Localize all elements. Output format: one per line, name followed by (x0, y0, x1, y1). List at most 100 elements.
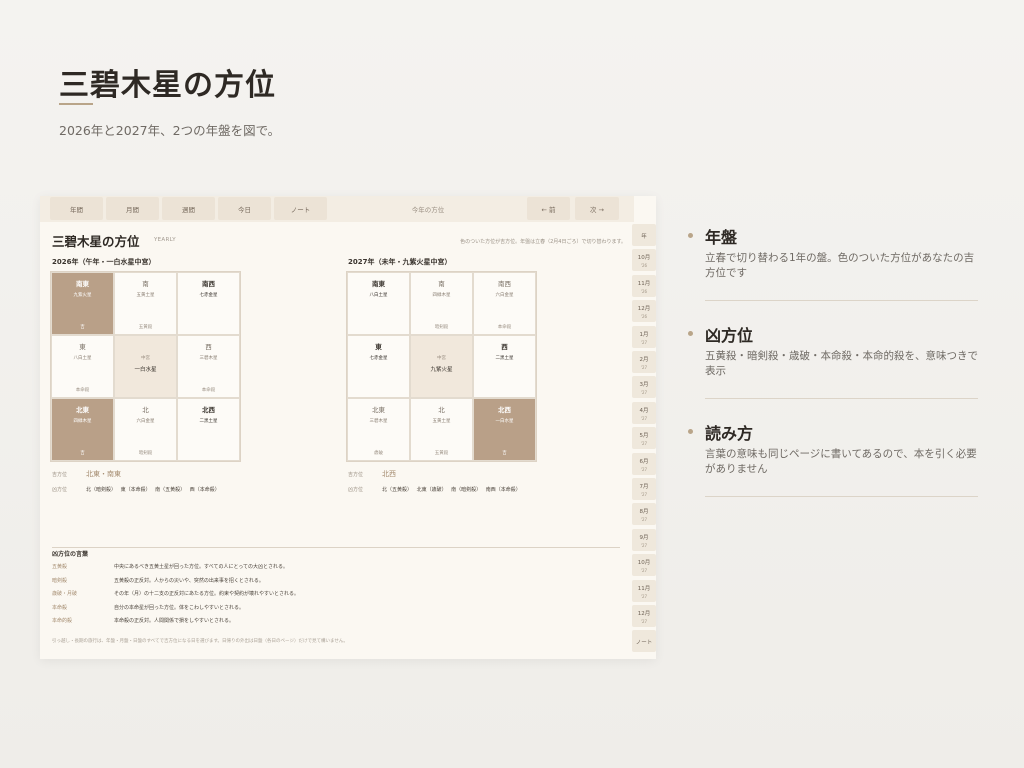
glossary-term: 本命的殺 (52, 618, 73, 624)
glossary-term: 歳破・月破 (52, 591, 78, 597)
glossary-definition: 自分の本命星が回った方位。体をこわしやすいとされる。 (114, 604, 244, 611)
board-cell: 北六白金星 暗剣殺 (114, 398, 177, 461)
sidebar-month-tab[interactable]: 年 (632, 224, 656, 246)
sidebar-month-tab[interactable]: 6月 '27 (632, 452, 656, 475)
tab-monthly[interactable]: 月間 (106, 197, 159, 220)
sidebar-month-label: 2月 (639, 357, 649, 363)
star-label: 五黄土星 (136, 293, 155, 298)
sidebar-year-label: '27 (640, 415, 648, 421)
board-cell: 南五黄土星 五黄殺 (114, 272, 177, 335)
glossary-definition: 中央にあるべき五黄土星が回った方位。すべての人にとっての大凶とされる。 (114, 564, 289, 570)
glossary-definition: 五黄殺の正反対。人からの災いや、突然の出来事を招くとされる。 (114, 577, 264, 584)
direction-label: 東 (79, 343, 86, 351)
tab-weekly[interactable]: 週間 (162, 197, 215, 220)
sidebar-month-tab[interactable]: 5月 '27 (632, 427, 656, 450)
sidebar-month-label: 年 (641, 234, 647, 240)
lucky-directions-2027: 北西 (382, 470, 396, 478)
glossary-definition: その年（月）の十二支の正反対にあたる方位。約束や契約が壊れやすいとされる。 (114, 591, 300, 597)
sidebar-year-label: '26 (640, 314, 648, 320)
sidebar-month-tab[interactable]: 8月 '27 (632, 503, 656, 526)
sidebar-month-tab[interactable]: 12月 '27 (632, 605, 656, 627)
star-label: 一白水星 (495, 419, 514, 424)
direction-tag: 吉 (80, 451, 85, 456)
star-label: 四緑木星 (73, 419, 92, 424)
feature-divider (705, 398, 978, 399)
direction-tag: 本命殺 (75, 388, 90, 393)
sidebar-month-tab[interactable]: 3月 '27 (632, 376, 656, 399)
bad-label-2026: 凶方位 (52, 487, 68, 493)
sidebar-month-tab[interactable]: 11月 '27 (632, 579, 656, 602)
star-label: 七赤金星 (369, 356, 388, 361)
sidebar-month-label: 11月 (637, 585, 651, 592)
sidebar-year-label: '27 (640, 542, 648, 548)
board-cell: 北東 四緑木星吉 (51, 398, 114, 461)
feature-title: 読み方 (705, 424, 754, 443)
sidebar-month-tab[interactable]: 4月 '27 (632, 401, 656, 424)
sidebar-month-tab[interactable]: 1月 '27 (632, 325, 656, 348)
direction-label: 北西 (202, 406, 215, 414)
glossary-term: 五黄殺 (52, 564, 68, 570)
center-label: 中宮 (437, 356, 446, 361)
direction-label: 北東 (76, 406, 89, 414)
direction-label: 南西 (202, 280, 215, 288)
direction-tag: 本命殺 (201, 388, 216, 393)
prev-button[interactable]: ← 前 (527, 197, 570, 220)
star-label: 六白金星 (495, 293, 514, 298)
sidebar-month-tab[interactable]: 10月 '27 (632, 554, 656, 577)
sidebar-month-label: 10月 (637, 255, 651, 262)
sidebar-year-label: '27 (640, 339, 648, 345)
board-cell: 中宮 九紫火星 (410, 335, 473, 398)
sidebar-month-tab[interactable]: 2月 '27 (632, 351, 656, 373)
star-label: 七赤金星 (199, 293, 218, 298)
sidebar-month-label: 9月 (639, 534, 649, 541)
tab-yearly[interactable]: 年間 (50, 197, 103, 220)
sidebar-month-tab[interactable]: 7月 '27 (632, 478, 656, 500)
sidebar-year-label: '27 (640, 593, 648, 599)
sidebar-year-label: '27 (640, 619, 648, 624)
board-cell: 東八白土星 本命殺 (51, 335, 114, 398)
sidebar-month-tab[interactable]: 10月 '26 (632, 249, 656, 272)
sidebar-month-label: 7月 (639, 484, 649, 490)
tab-today[interactable]: 今日 (218, 197, 271, 220)
glossary-divider (52, 547, 620, 548)
direction-tag: 暗剣殺 (434, 325, 449, 330)
page-note: 色のついた方位が吉方位。年盤は立春（2月4日ごろ）で切り替わります。 (460, 239, 626, 245)
lucky-label-2027: 吉方位 (348, 472, 364, 478)
direction-tag: 吉 (502, 451, 507, 456)
direction-label: 東 (375, 343, 382, 351)
sidebar-year-label: '27 (640, 390, 648, 396)
board-cell: 北西 二黒土星 (177, 398, 240, 461)
year-2027-board: 南東 八白土星南四緑木星 暗剣殺 南西 六白金星 本命殺東七赤金星 中宮 九紫火星西二黒土星北… (346, 271, 537, 462)
tab-note[interactable]: ノート (274, 197, 327, 220)
center-star: 一白水星 (134, 367, 157, 373)
direction-tag: 歳破 (374, 451, 383, 456)
sidebar-year-label: '26 (640, 263, 648, 269)
sidebar-month-tab[interactable]: 12月 '26 (632, 300, 656, 323)
board-cell: 北東 三碧木星 歳破 (347, 398, 410, 461)
direction-tag: 暗剣殺 (138, 451, 153, 456)
bullet-icon (688, 233, 693, 238)
sidebar-month-label: 3月 (639, 382, 649, 389)
sidebar-month-label: 10月 (637, 560, 651, 567)
sidebar-month-tab[interactable]: ノート (632, 630, 656, 653)
star-label: 二黒土星 (495, 356, 514, 361)
hero-divider (59, 103, 93, 105)
glossary-definition: 本命殺の正反対。人間関係で損をしやすいとされる。 (114, 618, 234, 624)
sidebar-month-label: 4月 (639, 407, 649, 414)
direction-label: 北東 (372, 406, 385, 414)
sidebar-month-label: 8月 (639, 509, 649, 516)
board-cell: 東七赤金星 (347, 335, 410, 398)
sidebar-year-label: '27 (640, 517, 648, 523)
sidebar-month-label: ノート (635, 640, 653, 647)
page-title: 三碧木星の方位 (52, 234, 140, 249)
direction-label: 西 (205, 343, 212, 351)
page-kind-label: YEARLY (154, 237, 176, 243)
top-tab-bar: 年間 月間 週間 今日 ノート 今年の方位 ← 前 次 → (40, 196, 634, 222)
bad-directions-2027: 北（五黄殺） 北東（歳破） 南（暗剣殺） 南西（本命殺） (382, 487, 521, 493)
sidebar-month-tab[interactable]: 11月 '26 (632, 274, 656, 297)
sidebar-month-tab[interactable]: 9月 '27 (632, 528, 656, 551)
lucky-label-2026: 吉方位 (52, 472, 68, 478)
next-button[interactable]: 次 → (575, 197, 619, 220)
direction-label: 南東 (76, 280, 89, 288)
feature-desc: 五黄殺・暗剣殺・歳破・本命殺・本命的殺を、意味つきで表示 (705, 350, 978, 377)
